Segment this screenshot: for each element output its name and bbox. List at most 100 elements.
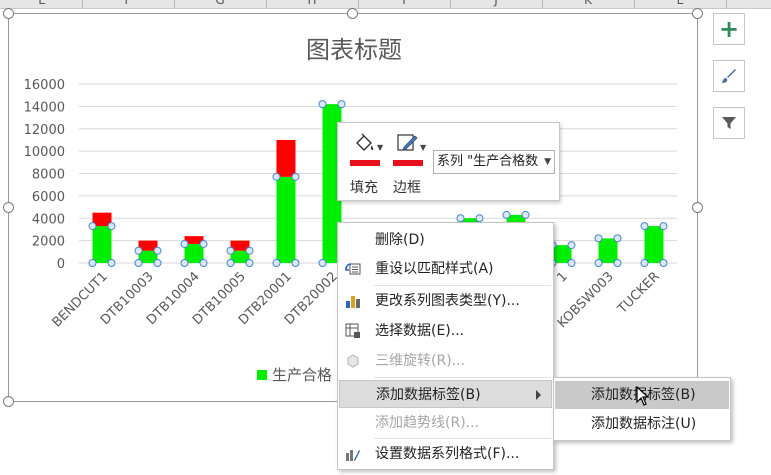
submenu-item-add-data-callouts[interactable]: 添加数据标注(U): [555, 410, 729, 438]
menu-item-change-chart-type[interactable]: 更改系列图表类型(Y)...: [339, 287, 552, 315]
menu-item-select-data[interactable]: 选择数据(E)...: [339, 317, 552, 345]
filter-icon: [722, 117, 736, 129]
menu-separator: [374, 285, 551, 286]
series-selection-handle: [153, 246, 162, 255]
chart-resize-handle[interactable]: [692, 202, 703, 213]
column-separator: [358, 0, 359, 8]
format-series-icon: [346, 450, 360, 461]
chart-type-icon: [346, 296, 360, 308]
series-selection-handle: [226, 259, 235, 267]
column-letter[interactable]: G: [200, 0, 240, 7]
column-letter[interactable]: I: [384, 0, 424, 7]
series-selection-handle: [226, 246, 235, 255]
x-tick-label: 1: [554, 269, 570, 285]
bar-green[interactable]: [598, 238, 618, 263]
y-tick-label: 14000: [24, 100, 65, 115]
menu-item-reset-style[interactable]: 重设以匹配样式(A): [339, 255, 552, 283]
outline-button[interactable]: ▼ 边框: [390, 131, 430, 196]
series-selection-handle: [475, 214, 484, 223]
reset-style-icon: [345, 263, 361, 275]
chart-resize-handle[interactable]: [692, 8, 703, 19]
column-letter[interactable]: L: [660, 0, 700, 7]
series-selection-handle: [272, 172, 281, 181]
series-selection-handle: [337, 100, 346, 109]
chart-resize-handle[interactable]: [3, 202, 14, 213]
legend[interactable]: 生产合格: [257, 364, 332, 385]
series-selection-handle: [594, 234, 603, 243]
series-selector-dropdown[interactable]: 系列 "生产合格数 ▼: [433, 150, 555, 174]
brush-icon: [722, 69, 736, 83]
column-separator: [726, 0, 727, 8]
bar-green[interactable]: [92, 226, 112, 263]
bar-red[interactable]: [276, 139, 296, 177]
legend-label: 生产合格: [272, 366, 333, 384]
series-selection-handle: [199, 259, 208, 267]
menu-item-add-trendline: 添加趋势线(R)...: [339, 409, 552, 437]
chevron-down-icon: ▼: [420, 143, 427, 152]
y-tick-label: 16000: [24, 78, 65, 93]
paint-bucket-icon: [356, 133, 374, 151]
series-selection-handle: [107, 222, 116, 231]
bar-green[interactable]: [184, 243, 204, 263]
submenu-item-label: 添加数据标注(U): [591, 416, 697, 432]
series-selection-handle: [613, 259, 622, 267]
series-selection-handle: [88, 259, 97, 267]
outline-color-swatch: [393, 160, 423, 166]
series-selection-handle: [245, 259, 254, 267]
series-selection-handle: [272, 259, 281, 267]
legend-swatch: [257, 369, 267, 380]
series-selection-handle: [640, 259, 649, 267]
series-selector-value: 系列 "生产合格数: [437, 154, 539, 169]
menu-item-label: 重设以匹配样式(A): [375, 261, 494, 277]
select-data-icon: [345, 323, 360, 338]
menu-item-label: 更改系列图表类型(Y)...: [375, 293, 520, 309]
menu-item-label: 三维旋转(R)...: [375, 353, 466, 369]
bar-green[interactable]: [276, 176, 296, 263]
chart-styles-button[interactable]: [713, 60, 745, 92]
chevron-down-icon: ▼: [377, 143, 384, 152]
chart-elements-button[interactable]: +: [713, 13, 745, 45]
chart-resize-handle[interactable]: [347, 8, 358, 19]
column-separator: [634, 0, 635, 8]
series-selection-handle: [613, 234, 622, 243]
column-letter[interactable]: E: [22, 0, 62, 7]
column-separator: [82, 0, 83, 8]
column-separator: [542, 0, 543, 8]
series-selection-handle: [107, 259, 116, 267]
chart-filters-button[interactable]: [713, 107, 745, 139]
chart-resize-handle[interactable]: [3, 396, 14, 407]
bar-green[interactable]: [644, 226, 664, 263]
column-letter[interactable]: F: [108, 0, 148, 7]
column-separator: [266, 0, 267, 8]
outline-label: 边框: [393, 180, 421, 196]
column-letter[interactable]: H: [292, 0, 332, 7]
column-separator: [450, 0, 451, 8]
chart-resize-handle[interactable]: [3, 8, 14, 19]
menu-item-label: 添加趋势线(R)...: [375, 415, 480, 431]
plus-icon: +: [718, 15, 740, 43]
y-tick-label: 6000: [32, 190, 65, 205]
series-selection-handle: [153, 259, 162, 267]
series-selection-handle: [88, 222, 97, 231]
fill-button[interactable]: ▼ 填充: [347, 131, 387, 196]
series-selection-handle: [291, 172, 300, 181]
series-selection-handle: [521, 210, 530, 219]
menu-item-delete[interactable]: 删除(D): [339, 226, 552, 254]
y-tick-label: 0: [57, 257, 65, 272]
chevron-down-icon: ▼: [544, 157, 551, 167]
menu-separator: [374, 377, 551, 378]
series-selection-handle: [594, 259, 603, 267]
menu-item-format-data-series[interactable]: 设置数据系列格式(F)...: [339, 440, 552, 468]
series-selection-handle: [291, 259, 300, 267]
series-selection-handle: [134, 259, 143, 267]
series-selection-handle: [134, 246, 143, 255]
pencil-icon: [397, 134, 418, 151]
column-letter[interactable]: J: [476, 0, 516, 7]
series-selection-handle: [640, 222, 649, 231]
y-tick-label: 8000: [32, 168, 65, 183]
series-selection-handle: [456, 214, 465, 223]
series-selection-handle: [180, 259, 189, 267]
series-selection-handle: [659, 222, 668, 231]
column-letter[interactable]: K: [568, 0, 608, 7]
menu-item-add-data-labels[interactable]: 添加数据标签(B): [339, 380, 552, 408]
